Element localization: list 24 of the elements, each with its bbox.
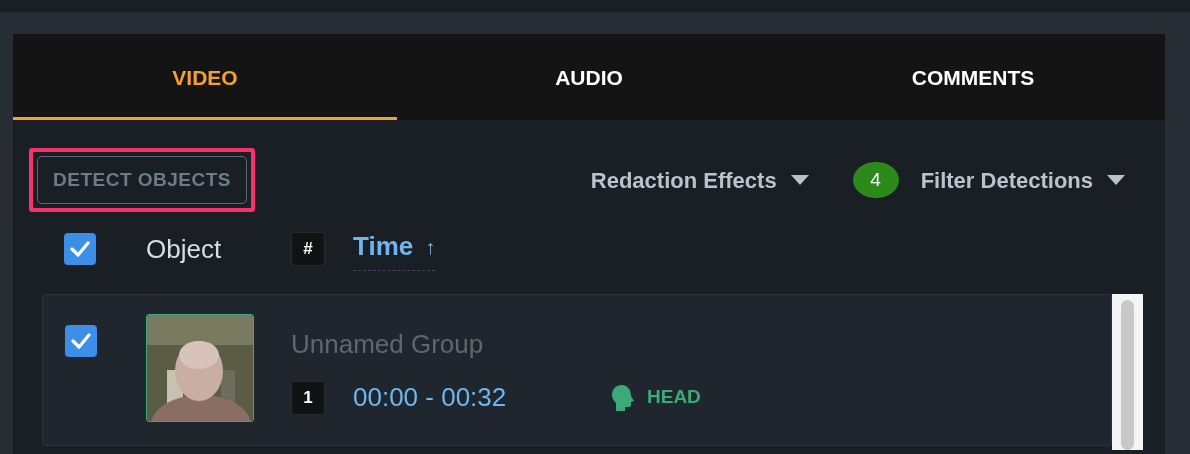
tab[interactable]: COMMENTS bbox=[781, 34, 1165, 120]
list-row[interactable]: Unnamed Group 1 00:00 - 00:32 HEAD bbox=[42, 294, 1112, 446]
time-range: 00:00 - 00:32 bbox=[353, 381, 508, 414]
filter-detections-dropdown[interactable]: Filter Detections bbox=[920, 163, 1125, 197]
index-label: 1 bbox=[291, 380, 325, 415]
sort-header[interactable]: Time ↑ bbox=[353, 227, 436, 271]
sort-arrow: ↑ bbox=[425, 234, 436, 260]
count-badge: 4 bbox=[852, 162, 899, 198]
caret-icon bbox=[1107, 175, 1125, 185]
scrollbar[interactable] bbox=[1112, 294, 1143, 450]
checkmark-icon bbox=[71, 333, 91, 349]
checkbox[interactable] bbox=[65, 325, 97, 357]
tab[interactable]: VIDEO bbox=[13, 34, 397, 120]
column-header: Object bbox=[146, 232, 223, 266]
checkmark-icon bbox=[70, 241, 90, 257]
column-header: # bbox=[291, 232, 325, 266]
checkbox[interactable] bbox=[64, 233, 96, 265]
redaction-effects-dropdown[interactable]: Redaction Effects bbox=[590, 163, 809, 197]
detect-objects-button[interactable]: DETECT OBJECTS bbox=[37, 155, 248, 205]
tab[interactable]: AUDIO bbox=[397, 34, 781, 120]
caret-icon bbox=[790, 175, 809, 185]
detection-label: HEAD bbox=[647, 385, 701, 410]
head-icon bbox=[611, 383, 635, 412]
group-name: Unnamed Group bbox=[291, 328, 485, 361]
